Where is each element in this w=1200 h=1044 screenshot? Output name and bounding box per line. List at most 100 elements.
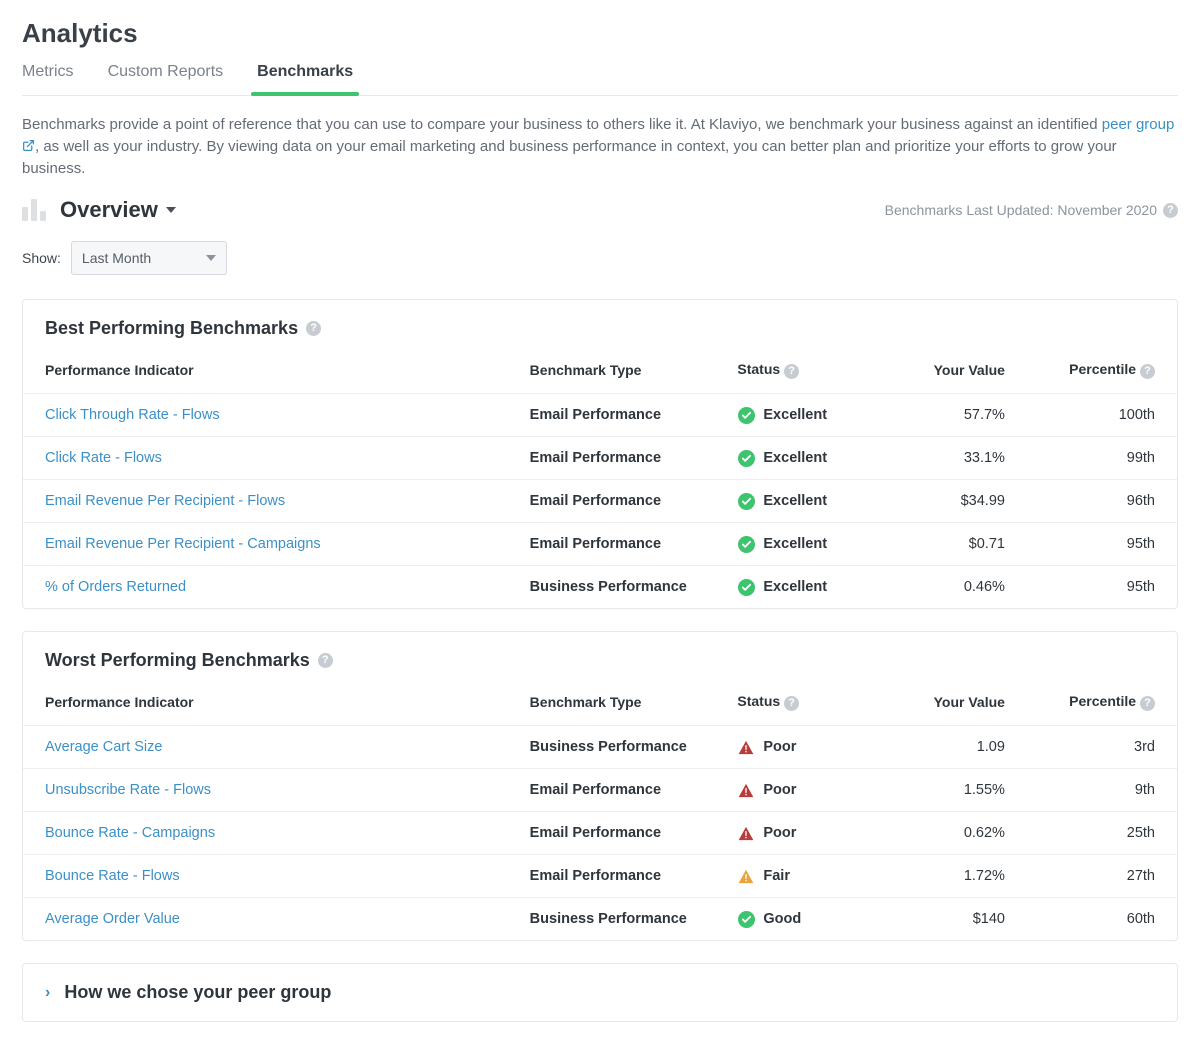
best-benchmarks-card: Best Performing Benchmarks ? Performance…: [22, 299, 1178, 609]
your-value: 1.55%: [877, 769, 1027, 812]
table-row: Click Rate - FlowsEmail PerformanceExcel…: [23, 437, 1177, 480]
percentile: 60th: [1027, 898, 1177, 941]
status-cell: Poor: [715, 769, 877, 812]
tab-custom-reports[interactable]: Custom Reports: [108, 63, 224, 95]
indicator-link[interactable]: Email Revenue Per Recipient - Flows: [45, 493, 285, 509]
help-icon[interactable]: ?: [1140, 696, 1155, 711]
indicator-link[interactable]: Email Revenue Per Recipient - Campaigns: [45, 536, 321, 552]
peer-group-expander-label: How we chose your peer group: [64, 982, 331, 1003]
percentile: 95th: [1027, 566, 1177, 609]
table-row: Email Revenue Per Recipient - Flows Email…: [23, 480, 1177, 523]
table-row: Bounce Rate - Flows Email PerformanceFair…: [23, 855, 1177, 898]
check-circle-icon: [737, 578, 755, 596]
indicator-link[interactable]: Unsubscribe Rate - Flows: [45, 782, 211, 798]
best-benchmarks-title: Best Performing Benchmarks: [45, 318, 298, 339]
warning-triangle-icon: [737, 738, 755, 756]
best-benchmarks-table: Performance Indicator Benchmark Type Sta…: [23, 349, 1177, 608]
help-icon[interactable]: ?: [1163, 203, 1178, 218]
indicator-link[interactable]: Click Rate - Flows: [45, 450, 162, 466]
tab-metrics[interactable]: Metrics: [22, 63, 74, 95]
col-status: Status ?: [715, 349, 877, 394]
table-row: Average Order ValueBusiness PerformanceG…: [23, 898, 1177, 941]
peer-group-link-text: peer group: [1102, 116, 1175, 133]
indicator-link[interactable]: % of Orders Returned: [45, 579, 186, 595]
table-row: Unsubscribe Rate - Flows Email Performanc…: [23, 769, 1177, 812]
status-cell: Fair: [715, 855, 877, 898]
benchmark-type: Business Performance: [508, 566, 716, 609]
your-value: 33.1%: [877, 437, 1027, 480]
timeframe-select[interactable]: Last Month: [71, 241, 227, 275]
benchmark-type: Email Performance: [508, 812, 716, 855]
percentile: 9th: [1027, 769, 1177, 812]
status-cell: Excellent: [715, 523, 877, 566]
your-value: $34.99: [877, 480, 1027, 523]
bars-icon: [22, 199, 46, 221]
benchmark-type: Email Performance: [508, 523, 716, 566]
overview-label: Overview: [60, 197, 158, 223]
table-row: Email Revenue Per Recipient - Campaigns E…: [23, 523, 1177, 566]
your-value: 57.7%: [877, 394, 1027, 437]
chevron-down-icon: [166, 207, 176, 213]
your-value: 0.46%: [877, 566, 1027, 609]
benchmark-type: Email Performance: [508, 855, 716, 898]
col-percentile: Percentile ?: [1027, 349, 1177, 394]
check-circle-icon: [737, 492, 755, 510]
indicator-link[interactable]: Click Through Rate - Flows: [45, 407, 220, 423]
col-indicator: Performance Indicator: [23, 349, 508, 394]
percentile: 100th: [1027, 394, 1177, 437]
benchmark-type: Email Performance: [508, 769, 716, 812]
status-cell: Excellent: [715, 480, 877, 523]
peer-group-expander[interactable]: › How we chose your peer group: [22, 963, 1178, 1022]
benchmark-type: Business Performance: [508, 726, 716, 769]
col-value: Your Value: [877, 681, 1027, 726]
page-title: Analytics: [22, 18, 1178, 49]
percentile: 25th: [1027, 812, 1177, 855]
show-label: Show:: [22, 250, 61, 266]
help-icon[interactable]: ?: [784, 696, 799, 711]
warning-triangle-icon: [737, 781, 755, 799]
col-type: Benchmark Type: [508, 681, 716, 726]
external-link-icon: [22, 137, 35, 150]
indicator-link[interactable]: Bounce Rate - Flows: [45, 868, 180, 884]
col-percentile: Percentile ?: [1027, 681, 1177, 726]
table-row: % of Orders Returned Business Performance…: [23, 566, 1177, 609]
check-circle-icon: [737, 406, 755, 424]
percentile: 96th: [1027, 480, 1177, 523]
last-updated-text: Benchmarks Last Updated: November 2020: [885, 202, 1157, 218]
worst-benchmarks-title: Worst Performing Benchmarks: [45, 650, 310, 671]
your-value: 0.62%: [877, 812, 1027, 855]
last-updated: Benchmarks Last Updated: November 2020 ?: [885, 202, 1178, 218]
timeframe-value: Last Month: [82, 250, 151, 266]
your-value: $140: [877, 898, 1027, 941]
status-cell: Excellent: [715, 394, 877, 437]
table-row: Average Cart Size Business PerformancePoo…: [23, 726, 1177, 769]
help-icon[interactable]: ?: [318, 653, 333, 668]
intro-pre: Benchmarks provide a point of reference …: [22, 116, 1102, 133]
percentile: 3rd: [1027, 726, 1177, 769]
help-icon[interactable]: ?: [306, 321, 321, 336]
benchmark-type: Email Performance: [508, 480, 716, 523]
col-indicator: Performance Indicator: [23, 681, 508, 726]
benchmark-type: Email Performance: [508, 394, 716, 437]
chevron-down-icon: [206, 255, 216, 261]
status-cell: Good: [715, 898, 877, 941]
indicator-link[interactable]: Bounce Rate - Campaigns: [45, 825, 215, 841]
warning-triangle-icon: [737, 867, 755, 885]
status-cell: Poor: [715, 812, 877, 855]
intro-text: Benchmarks provide a point of reference …: [0, 96, 1200, 185]
warning-triangle-icon: [737, 824, 755, 842]
col-type: Benchmark Type: [508, 349, 716, 394]
help-icon[interactable]: ?: [1140, 364, 1155, 379]
overview-dropdown[interactable]: Overview: [60, 197, 176, 223]
worst-benchmarks-card: Worst Performing Benchmarks ? Performanc…: [22, 631, 1178, 941]
tab-benchmarks[interactable]: Benchmarks: [257, 63, 353, 95]
status-cell: Poor: [715, 726, 877, 769]
indicator-link[interactable]: Average Order Value: [45, 911, 180, 927]
col-status: Status ?: [715, 681, 877, 726]
status-cell: Excellent: [715, 566, 877, 609]
status-cell: Excellent: [715, 437, 877, 480]
col-value: Your Value: [877, 349, 1027, 394]
tabs: Metrics Custom Reports Benchmarks: [22, 63, 1178, 96]
help-icon[interactable]: ?: [784, 364, 799, 379]
indicator-link[interactable]: Average Cart Size: [45, 739, 162, 755]
